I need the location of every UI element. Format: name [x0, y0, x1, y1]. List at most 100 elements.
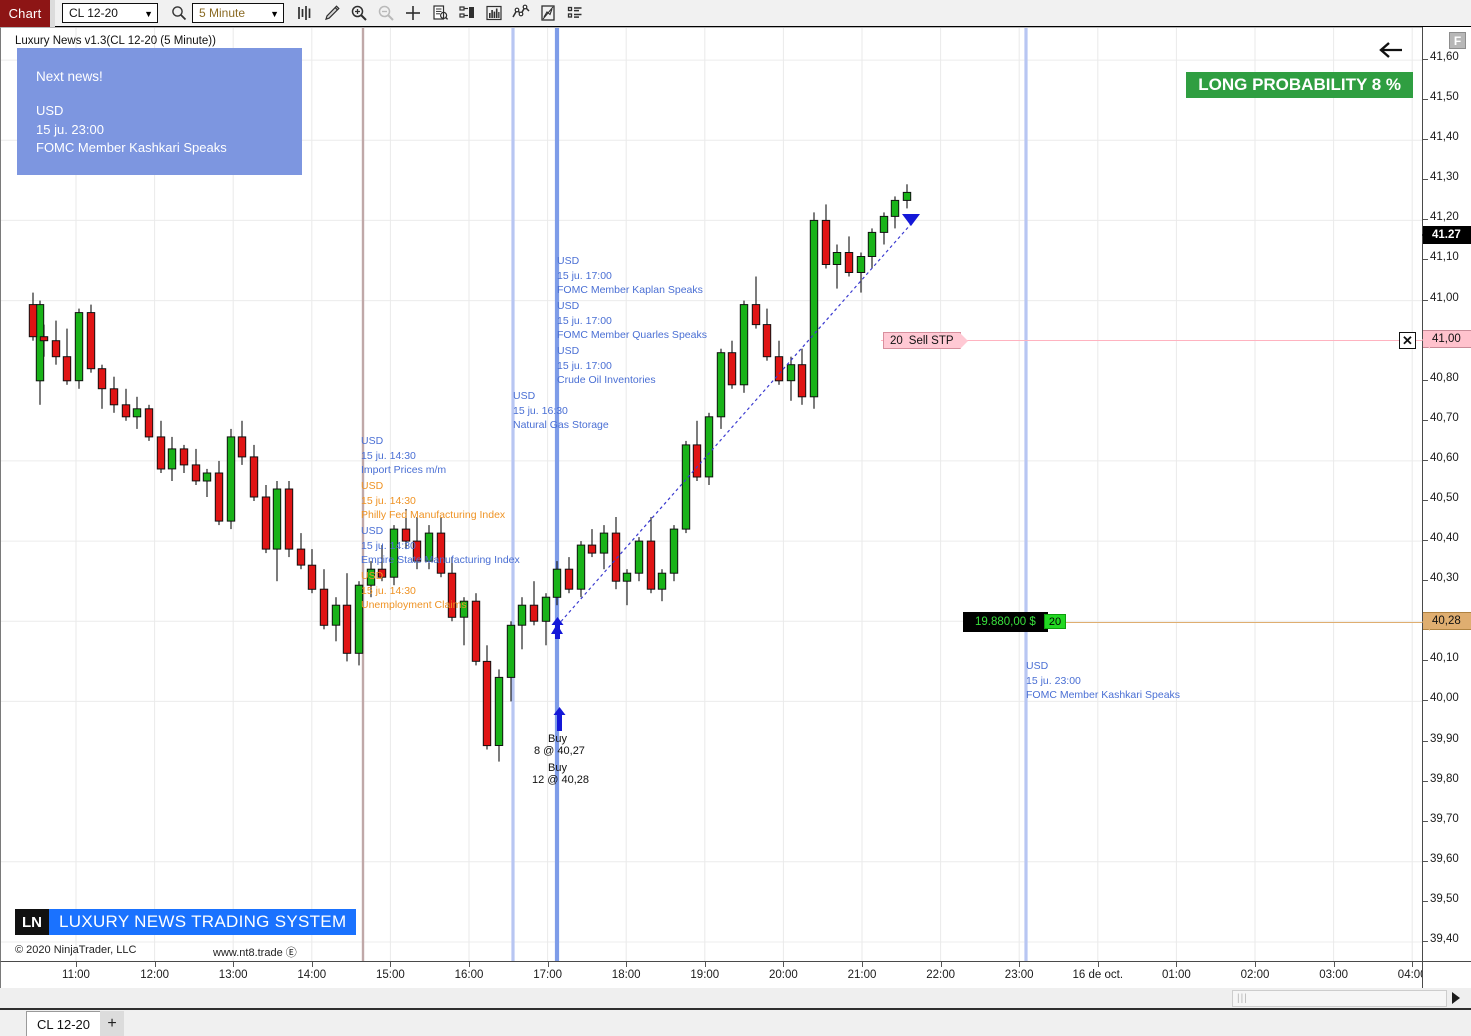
price-tick-label: 40,50	[1430, 492, 1459, 504]
price-tick-label: 41,40	[1430, 131, 1459, 144]
news-annotation-time: 15 ju. 23:00	[1026, 674, 1081, 687]
price-tick: 40,40	[1423, 532, 1471, 544]
news-annotation: USD 15 ju. 23:00 FOMC Member Kashkari Spea…	[1026, 659, 1180, 703]
news-annotation: USD 15 ju. 17:00 FOMC Member Quarles Speak…	[557, 299, 707, 343]
sell-stop-qty: 20	[890, 334, 903, 347]
price-tick-label: 41,60	[1430, 51, 1459, 64]
add-tab-button[interactable]: +	[100, 1011, 124, 1036]
time-tick-label: 14:00	[297, 969, 327, 981]
crosshair-icon[interactable]	[399, 1, 426, 25]
copyright-text: © 2020 NinjaTrader, LLC	[15, 944, 137, 956]
price-tick: 40,70	[1423, 412, 1471, 424]
sell-stop-order-tag[interactable]: 20 Sell STP	[883, 332, 968, 349]
price-axis[interactable]: F 41,60 41,50 41,40 41,30 41,20 41,10 41,00 40,…	[1422, 27, 1471, 961]
news-annotation-currency: USD	[361, 525, 384, 537]
news-annotation-time: 15 ju. 14:30	[361, 539, 416, 552]
price-tick-label: 40,80	[1430, 371, 1459, 384]
news-annotation-event: Import Prices m/m	[361, 464, 447, 477]
price-tick: 40,80	[1423, 372, 1471, 384]
news-annotation-currency: USD	[361, 570, 384, 582]
zoom-in-icon[interactable]	[345, 1, 372, 25]
instrument-value: CL 12-20	[69, 6, 118, 20]
strategy-icon[interactable]	[507, 1, 534, 25]
volume-profile-icon[interactable]	[480, 1, 507, 25]
time-tick-label: 17:00	[533, 969, 562, 981]
sell-stop-label: Sell STP	[908, 334, 954, 347]
news-annotation-currency: USD	[513, 390, 536, 402]
news-annotation: USD 15 ju. 16:30 Natural Gas Storage	[513, 389, 609, 433]
news-annotation: USD 15 ju. 14:30 Import Prices m/m	[361, 434, 446, 478]
news-annotation-event: FOMC Member Quarles Speaks	[557, 329, 707, 342]
chart-canvas[interactable]: Luxury News v1.3(CL 12-20 (5 Minute)) Ne…	[0, 27, 1422, 961]
interval-selector[interactable]: 5 Minute ▼	[192, 3, 284, 23]
scroll-right-arrow-icon[interactable]	[1452, 992, 1460, 1004]
toolbar-divider	[50, 0, 55, 27]
news-annotation-time: 15 ju. 14:30	[361, 494, 416, 507]
pencil-icon[interactable]	[318, 1, 345, 25]
watermark-text: LUXURY NEWS TRADING SYSTEM	[49, 909, 357, 935]
time-tick-label: 16 de oct.	[1072, 969, 1124, 981]
instrument-selector[interactable]: CL 12-20 ▼	[62, 3, 158, 23]
data-series-icon[interactable]	[426, 1, 453, 25]
properties-icon[interactable]	[534, 1, 561, 25]
time-tick-label: 22:00	[926, 969, 955, 981]
price-tick-label: 40,00	[1430, 692, 1459, 705]
news-annotation-currency: USD	[361, 480, 384, 492]
news-annotation-time: 15 ju. 14:30	[361, 449, 416, 462]
position-price-value: 40,28	[1432, 615, 1461, 627]
price-axis-fixed-button[interactable]: F	[1449, 32, 1466, 49]
price-tick-label: 41,30	[1430, 171, 1459, 184]
price-tick: 39,60	[1423, 853, 1471, 865]
position-pnl-box: 19.880,00 $	[963, 612, 1048, 632]
chart-menu-button[interactable]: Chart	[0, 0, 50, 27]
position-avg-price-line[interactable]	[1064, 622, 1422, 623]
news-annotation-event: Empire State Manufacturing Index	[361, 554, 520, 567]
price-tick: 41,20	[1423, 211, 1471, 223]
time-tick-label: 18:00	[611, 969, 641, 981]
price-tick-label: 39,60	[1430, 852, 1459, 865]
time-tick-label: 12:00	[140, 969, 169, 981]
search-icon[interactable]	[165, 1, 192, 25]
scrollbar-thumb[interactable]	[1232, 990, 1447, 1007]
stop-price-flag: 41,00	[1422, 330, 1471, 349]
time-tick-label: 19:00	[690, 969, 720, 981]
time-tick-label: 11:00	[62, 969, 90, 981]
horizontal-scrollbar[interactable]: |||	[0, 988, 1471, 1010]
time-tick-label: 20:00	[769, 969, 798, 981]
zoom-out-icon	[372, 1, 399, 25]
scrollbar-grip[interactable]: |||	[1237, 993, 1248, 1004]
position-qty-value: 20	[1048, 615, 1062, 628]
news-annotation-event: Crude Oil Inventories	[557, 374, 656, 387]
news-annotation-event: Unemployment Claims	[361, 599, 467, 612]
list-icon[interactable]	[561, 1, 588, 25]
price-tick: 40,30	[1423, 572, 1471, 584]
position-pnl-value: 19.880,00 $	[975, 616, 1036, 628]
time-tick-label: 13:00	[218, 969, 248, 981]
buy-entry-label-1-text: 8 @ 40,27	[534, 745, 585, 757]
time-axis[interactable]: 11:00 12:00 13:00 14:00 15:00 16:00 17:00 18:00…	[0, 961, 1427, 988]
workspace-tab-cl1220[interactable]: CL 12-20	[26, 1011, 101, 1036]
bar-chart-icon[interactable]	[291, 1, 318, 25]
price-tick: 41,50	[1423, 91, 1471, 103]
indicators-icon[interactable]	[453, 1, 480, 25]
news-annotation: USD 15 ju. 14:30 Empire State Manufacturin…	[361, 524, 520, 568]
news-annotation-event: FOMC Member Kashkari Speaks	[1026, 689, 1181, 702]
chevron-down-icon: ▼	[144, 9, 153, 19]
price-tick: 40,60	[1423, 452, 1471, 464]
price-tick-label: 40,40	[1430, 532, 1459, 545]
close-x-icon[interactable]: ✕	[1399, 332, 1416, 349]
price-tick: 39,70	[1423, 813, 1471, 825]
news-annotation-currency: USD	[557, 300, 580, 312]
price-tick-label: 39,40	[1430, 932, 1459, 945]
buy-entry-label-2-side: Buy	[548, 762, 567, 774]
price-tick: 40,10	[1423, 652, 1471, 664]
news-annotation-currency: USD	[1026, 660, 1049, 672]
next-news-panel: Next news! USD 15 ju. 23:00 FOMC Member …	[17, 48, 302, 175]
time-tick-label: 02:00	[1240, 969, 1270, 981]
price-tick: 39,90	[1423, 733, 1471, 745]
price-plot[interactable]: Luxury News v1.3(CL 12-20 (5 Minute)) Ne…	[1, 28, 1422, 961]
position-quantity-badge: 20	[1044, 614, 1066, 629]
price-tick: 41,30	[1423, 171, 1471, 183]
news-annotation-event: Philly Fed Manufacturing Index	[361, 509, 506, 522]
price-tick: 40,50	[1423, 492, 1471, 504]
